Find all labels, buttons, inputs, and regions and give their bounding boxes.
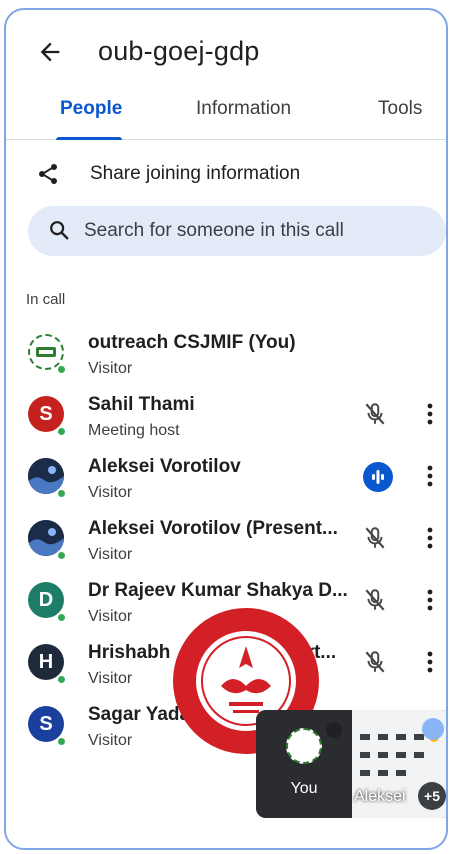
mic-off-icon[interactable] (362, 525, 388, 551)
participant-role: Visitor (88, 360, 133, 377)
online-status-dot (56, 674, 67, 685)
participant-role: Visitor (88, 546, 133, 563)
search-icon (50, 221, 69, 240)
in-call-section-label: In call (26, 291, 66, 308)
self-label: You (290, 780, 318, 797)
more-options-icon[interactable] (420, 586, 440, 614)
tab-information[interactable]: Information (196, 98, 291, 120)
participant-search[interactable] (28, 206, 446, 256)
online-status-dot (56, 488, 67, 499)
meeting-code-title: oub-goej-gdp (98, 36, 260, 66)
participant-name: Dr Rajeev Kumar Shakya D... (88, 580, 348, 601)
participant-role: Visitor (88, 732, 133, 749)
participant-row[interactable]: outreach CSJMIF (You) Visitor (6, 326, 446, 388)
self-avatar (286, 728, 322, 764)
participant-name: Hrishabh (88, 642, 171, 663)
speaking-indicator-icon (363, 462, 393, 492)
self-video: You (256, 710, 352, 818)
online-status-dot (56, 612, 67, 623)
presenter-label: Aleksei (354, 788, 406, 805)
share-icon (39, 164, 57, 184)
online-status-dot (56, 736, 67, 747)
more-options-icon[interactable] (420, 524, 440, 552)
participant-role: Visitor (88, 670, 133, 687)
people-panel: oub-goej-gdp People Information Tools Sh… (4, 8, 448, 850)
participant-name: Aleksei Vorotilov (88, 456, 241, 477)
more-participants-badge: +5 (418, 782, 446, 810)
share-joining-info-label: Share joining information (90, 163, 301, 184)
mic-off-icon[interactable] (362, 649, 388, 675)
participant-row[interactable]: S Sahil Thami Meeting host (6, 388, 446, 450)
close-icon[interactable] (422, 718, 444, 740)
share-joining-info-button[interactable]: Share joining information (6, 150, 446, 200)
search-input[interactable] (84, 206, 424, 256)
pin-icon[interactable] (326, 722, 342, 738)
back-arrow-icon[interactable] (36, 38, 64, 66)
participant-row[interactable]: Aleksei Vorotilov (Present... Visitor (6, 512, 446, 574)
self-view-tile[interactable]: You Aleksei +5 (256, 710, 446, 818)
mic-off-icon[interactable] (362, 401, 388, 427)
tab-tools[interactable]: Tools (378, 98, 422, 120)
participant-name: Aleksei Vorotilov (Present... (88, 518, 338, 539)
participant-name: outreach CSJMIF (You) (88, 332, 296, 353)
participant-row[interactable]: Aleksei Vorotilov Visitor (6, 450, 446, 512)
tab-bar: People Information Tools (6, 92, 446, 140)
online-status-dot (56, 426, 67, 437)
more-options-icon[interactable] (420, 400, 440, 428)
participant-role: Meeting host (88, 422, 180, 439)
participant-role: Visitor (88, 608, 133, 625)
active-tab-indicator (56, 137, 122, 140)
online-status-dot (56, 550, 67, 561)
mic-off-icon[interactable] (362, 587, 388, 613)
more-options-icon[interactable] (420, 462, 440, 490)
online-status-dot (56, 364, 67, 375)
organization-logo-icon (36, 347, 56, 357)
more-options-icon[interactable] (420, 648, 440, 676)
participant-name: Sahil Thami (88, 394, 195, 415)
participant-role: Visitor (88, 484, 133, 501)
panel-header: oub-goej-gdp (6, 10, 446, 92)
tab-people[interactable]: People (60, 98, 122, 120)
